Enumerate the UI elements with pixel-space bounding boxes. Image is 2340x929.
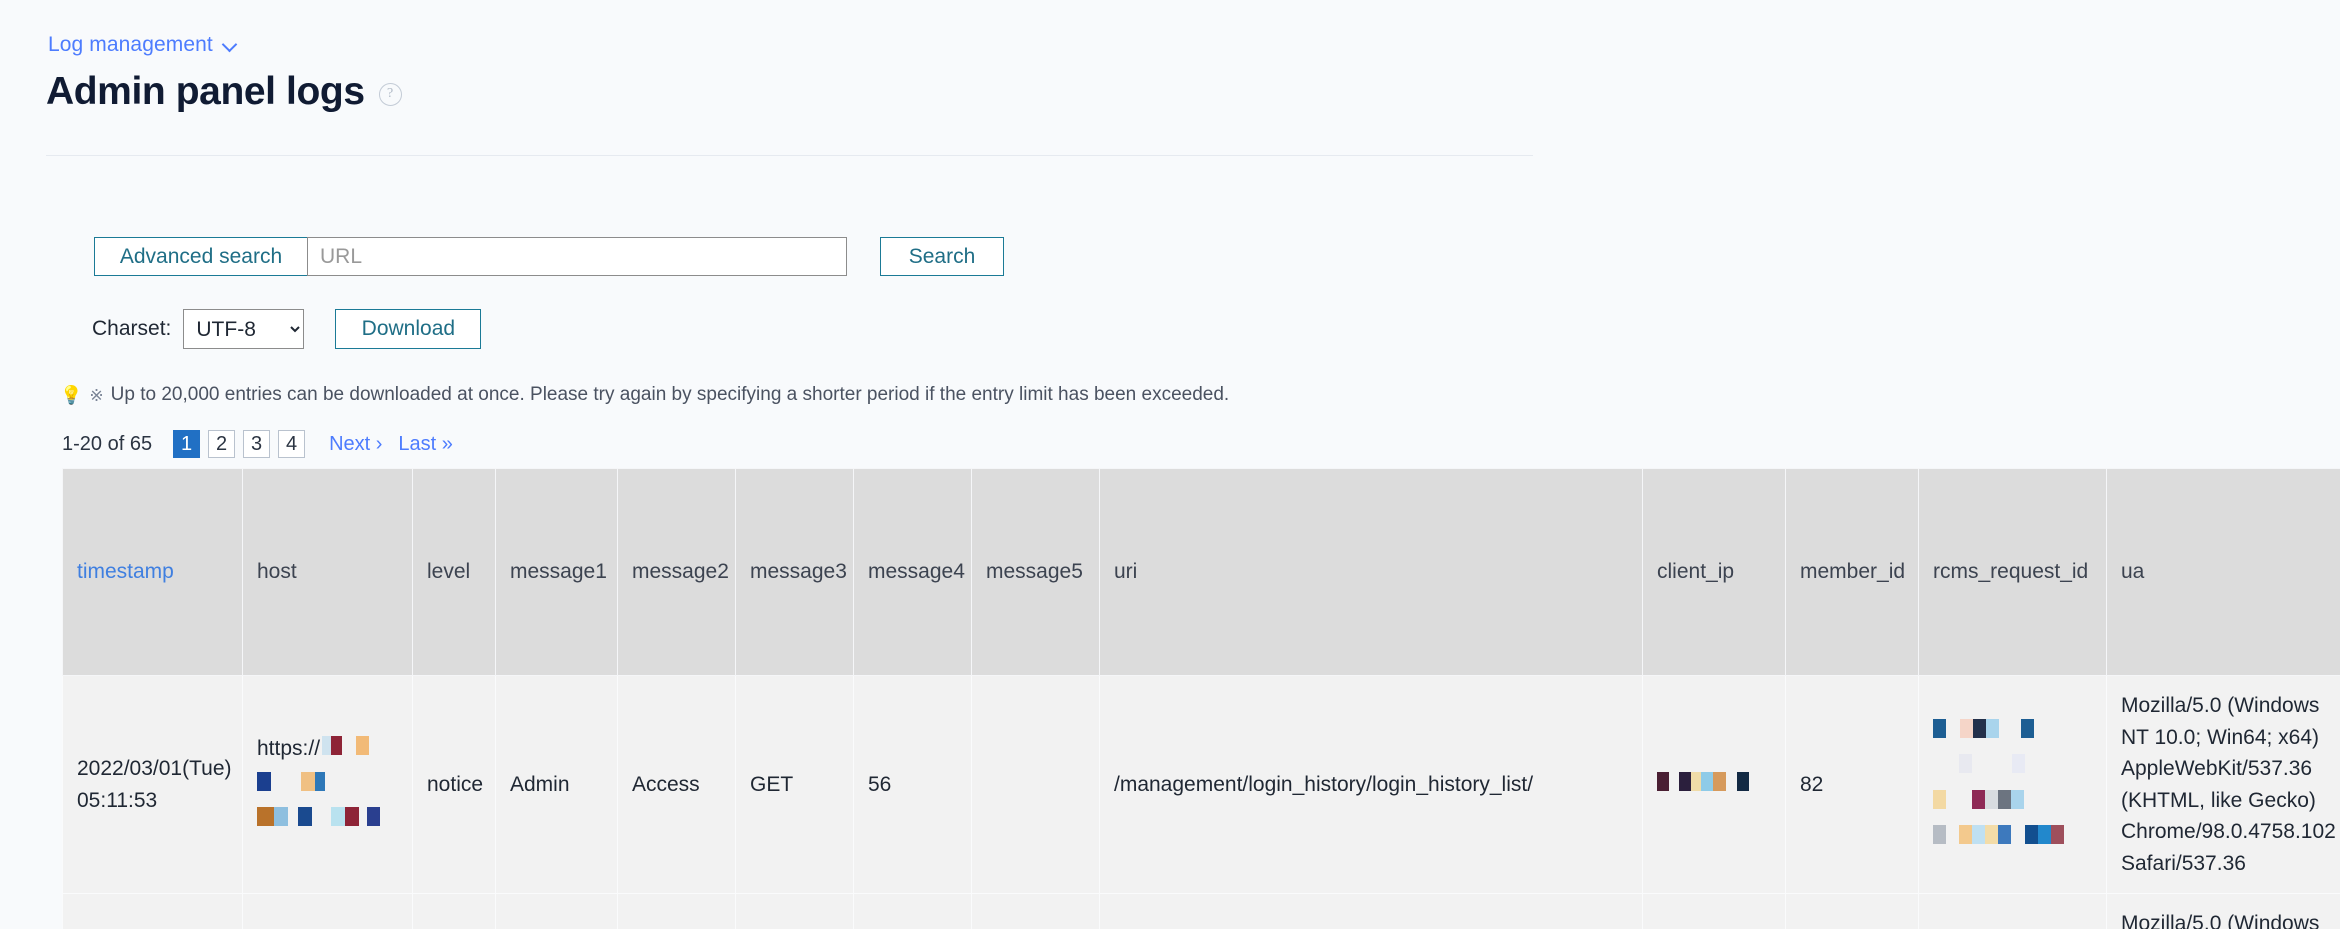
log-table: timestamp host level message1 message2 m…: [62, 468, 2340, 929]
pagination: 1-20 of 65 1 2 3 4 Next › Last »: [62, 430, 453, 458]
breadcrumb-label: Log management: [48, 33, 213, 56]
column-header-level[interactable]: level: [412, 468, 496, 676]
cell-client-ip: [1642, 893, 1786, 929]
help-icon[interactable]: ?: [378, 83, 402, 106]
column-header-message4[interactable]: message4: [853, 468, 972, 676]
column-header-host[interactable]: host: [242, 468, 413, 676]
page-header: Admin panel logs ?: [46, 72, 402, 111]
cell-timestamp: 2022/03/01(Tue) 05:11:53: [62, 675, 243, 894]
advanced-search-button[interactable]: Advanced search: [94, 237, 307, 276]
redacted-client-ip: [1657, 769, 1749, 801]
lightbulb-icon: 💡: [60, 385, 83, 405]
redacted-host: [257, 804, 380, 836]
cell-message5: [971, 893, 1100, 929]
cell-rcms-request-id: [1918, 675, 2107, 894]
page-button-1[interactable]: 1: [173, 430, 201, 458]
column-header-timestamp[interactable]: timestamp: [62, 468, 243, 676]
cell-host: https://: [242, 893, 413, 929]
column-header-message1[interactable]: message1: [495, 468, 618, 676]
page-button-2[interactable]: 2: [208, 430, 236, 458]
last-page-link[interactable]: Last »: [398, 433, 452, 456]
column-header-message2[interactable]: message2: [617, 468, 736, 676]
cell-message2: Access: [617, 675, 736, 894]
table-row[interactable]: 2022/03/01(Tue) 05:09:26 https://: [62, 893, 2340, 929]
cell-member-id: 82: [1785, 675, 1919, 894]
cell-message1: Admin: [495, 675, 618, 894]
cell-message5: [971, 675, 1100, 894]
column-header-client-ip[interactable]: client_ip: [1642, 468, 1786, 676]
column-header-ua[interactable]: ua: [2106, 468, 2340, 676]
table-header-row: timestamp host level message1 message2 m…: [62, 468, 2340, 676]
result-range-label: 1-20 of 65: [62, 432, 153, 455]
column-header-rcms-request-id[interactable]: rcms_request_id: [1918, 468, 2107, 676]
redacted-request-id: [1933, 787, 2024, 819]
column-header-uri[interactable]: uri: [1099, 468, 1643, 676]
download-button[interactable]: Download: [335, 309, 482, 349]
cell-message4: 56: [853, 675, 972, 894]
table-row[interactable]: 2022/03/01(Tue) 05:11:53 https:// notice…: [62, 675, 2340, 894]
cell-message1: Admin: [495, 893, 618, 929]
page-button-4[interactable]: 4: [278, 430, 306, 458]
page-button-3[interactable]: 3: [243, 430, 271, 458]
cell-uri: /management/login_history/login_history_…: [1099, 675, 1643, 894]
redacted-host: [322, 733, 370, 765]
cell-client-ip: [1642, 675, 1786, 894]
admin-panel-logs-page: Log management Admin panel logs ? Advanc…: [0, 0, 2340, 929]
timestamp-date: 2022/03/01(Tue): [77, 757, 232, 780]
redacted-host: [257, 769, 325, 801]
log-table-container: timestamp host level message1 message2 m…: [62, 468, 2340, 929]
cell-member-id: 82: [1785, 893, 1919, 929]
cell-rcms-request-id: [1918, 893, 2107, 929]
redacted-request-id: [1933, 751, 2025, 783]
redacted-request-id: [1933, 822, 2064, 854]
cell-message3: GET: [735, 893, 854, 929]
cell-message4: 110: [853, 893, 972, 929]
cell-level: notice: [412, 675, 496, 894]
cell-message3: GET: [735, 675, 854, 894]
cell-ua: Mozilla/5.0 (Windows NT 10.0; Win64; x64…: [2106, 893, 2340, 929]
cell-ua: Mozilla/5.0 (Windows NT 10.0; Win64; x64…: [2106, 675, 2340, 894]
cell-host: https://: [242, 675, 413, 894]
reference-mark-icon: ※: [89, 385, 104, 405]
breadcrumb[interactable]: Log management: [48, 33, 237, 57]
download-limit-notice: 💡 ※ Up to 20,000 entries can be download…: [60, 384, 1229, 406]
chevron-down-icon[interactable]: [223, 38, 237, 52]
column-header-message3[interactable]: message3: [735, 468, 854, 676]
notice-text: Up to 20,000 entries can be downloaded a…: [110, 384, 1230, 405]
charset-label: Charset:: [92, 317, 172, 340]
download-bar: Charset: UTF-8 Download: [92, 309, 482, 349]
search-button[interactable]: Search: [880, 237, 1004, 276]
cell-level: notice: [412, 893, 496, 929]
redacted-request-id: [1933, 716, 2034, 748]
column-header-message5[interactable]: message5: [971, 468, 1100, 676]
search-input[interactable]: [307, 237, 847, 276]
next-page-link[interactable]: Next ›: [329, 433, 382, 456]
host-scheme: https://: [257, 737, 321, 761]
column-header-member-id[interactable]: member_id: [1785, 468, 1919, 676]
search-bar: Advanced search Search: [94, 237, 1004, 276]
cell-message2: Access: [617, 893, 736, 929]
timestamp-time: 05:11:53: [77, 788, 158, 812]
charset-select[interactable]: UTF-8: [183, 309, 305, 349]
cell-uri: /management/menu/menu/: [1099, 893, 1643, 929]
page-title: Admin panel logs: [46, 70, 365, 113]
header-divider: [46, 155, 1533, 156]
cell-timestamp: 2022/03/01(Tue) 05:09:26: [62, 893, 243, 929]
